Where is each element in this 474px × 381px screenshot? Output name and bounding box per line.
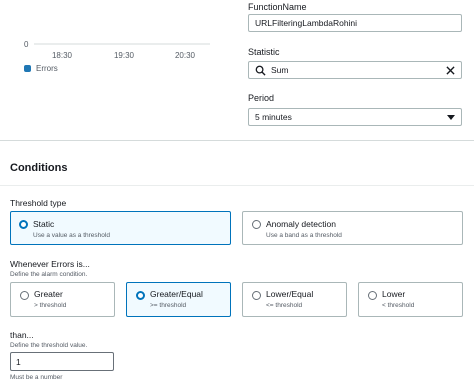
threshold-option-anomaly[interactable]: Anomaly detection Use a band as a thresh…	[242, 211, 463, 245]
condition-option-lower-equal[interactable]: Lower/Equal <= threshold	[242, 282, 347, 317]
conditions-title: Conditions	[10, 162, 68, 174]
threshold-value: 1	[16, 356, 21, 367]
threshold-type-label: Threshold type	[10, 198, 67, 208]
y-tick-label: 0	[24, 40, 29, 49]
clear-icon[interactable]	[443, 63, 457, 77]
radio-unselected-icon	[20, 291, 29, 300]
x-tick-label: 19:30	[114, 51, 135, 60]
function-name-field[interactable]: URLFilteringLambdaRohini	[248, 14, 462, 32]
search-icon	[255, 65, 266, 76]
option-title: Greater	[34, 289, 63, 299]
option-title: Static	[33, 219, 55, 229]
condition-option-lower[interactable]: Lower < threshold	[358, 282, 463, 317]
statistic-value: Sum	[271, 65, 289, 75]
function-name-value: URLFilteringLambdaRohini	[255, 18, 358, 28]
whenever-label: Whenever Errors is...	[10, 259, 90, 269]
whenever-description: Define the alarm condition.	[10, 271, 88, 278]
option-description: <= threshold	[266, 302, 303, 309]
threshold-option-static[interactable]: Static Use a value as a threshold	[10, 211, 231, 245]
metric-panel: 0 18:30 19:30 20:30 Errors FunctionName …	[0, 0, 474, 140]
threshold-hint: Must be a number	[10, 374, 63, 381]
option-title: Lower/Equal	[266, 289, 314, 299]
option-description: < threshold	[382, 302, 415, 309]
option-description: >= threshold	[150, 302, 187, 309]
legend-swatch	[24, 65, 31, 72]
statistic-label: Statistic	[248, 47, 280, 57]
statistic-search-input[interactable]: Sum	[248, 61, 462, 79]
radio-unselected-icon	[368, 291, 377, 300]
function-name-label: FunctionName	[248, 2, 307, 12]
threshold-value-input[interactable]: 1	[10, 352, 114, 371]
caret-down-icon	[447, 114, 455, 120]
legend-label: Errors	[36, 64, 58, 73]
section-divider	[0, 140, 474, 141]
radio-unselected-icon	[252, 291, 261, 300]
x-tick-label: 20:30	[175, 51, 196, 60]
radio-unselected-icon	[252, 220, 261, 229]
option-title: Lower	[382, 289, 406, 299]
conditions-header-rule	[0, 185, 474, 186]
period-value: 5 minutes	[255, 112, 292, 122]
x-tick-label: 18:30	[52, 51, 73, 60]
than-label: than...	[10, 330, 34, 340]
option-title: Greater/Equal	[150, 289, 203, 299]
condition-option-greater-equal[interactable]: Greater/Equal >= threshold	[126, 282, 231, 317]
condition-option-greater[interactable]: Greater > threshold	[10, 282, 115, 317]
radio-selected-icon	[136, 291, 145, 300]
radio-selected-icon	[19, 220, 28, 229]
chart-legend: Errors	[24, 64, 58, 73]
option-description: Use a value as a threshold	[33, 232, 110, 239]
period-label: Period	[248, 93, 275, 103]
period-select[interactable]: 5 minutes	[248, 108, 462, 126]
option-description: > threshold	[34, 302, 67, 309]
option-description: Use a band as a threshold	[266, 232, 342, 239]
option-title: Anomaly detection	[266, 219, 336, 229]
than-description: Define the threshold value.	[10, 342, 88, 349]
